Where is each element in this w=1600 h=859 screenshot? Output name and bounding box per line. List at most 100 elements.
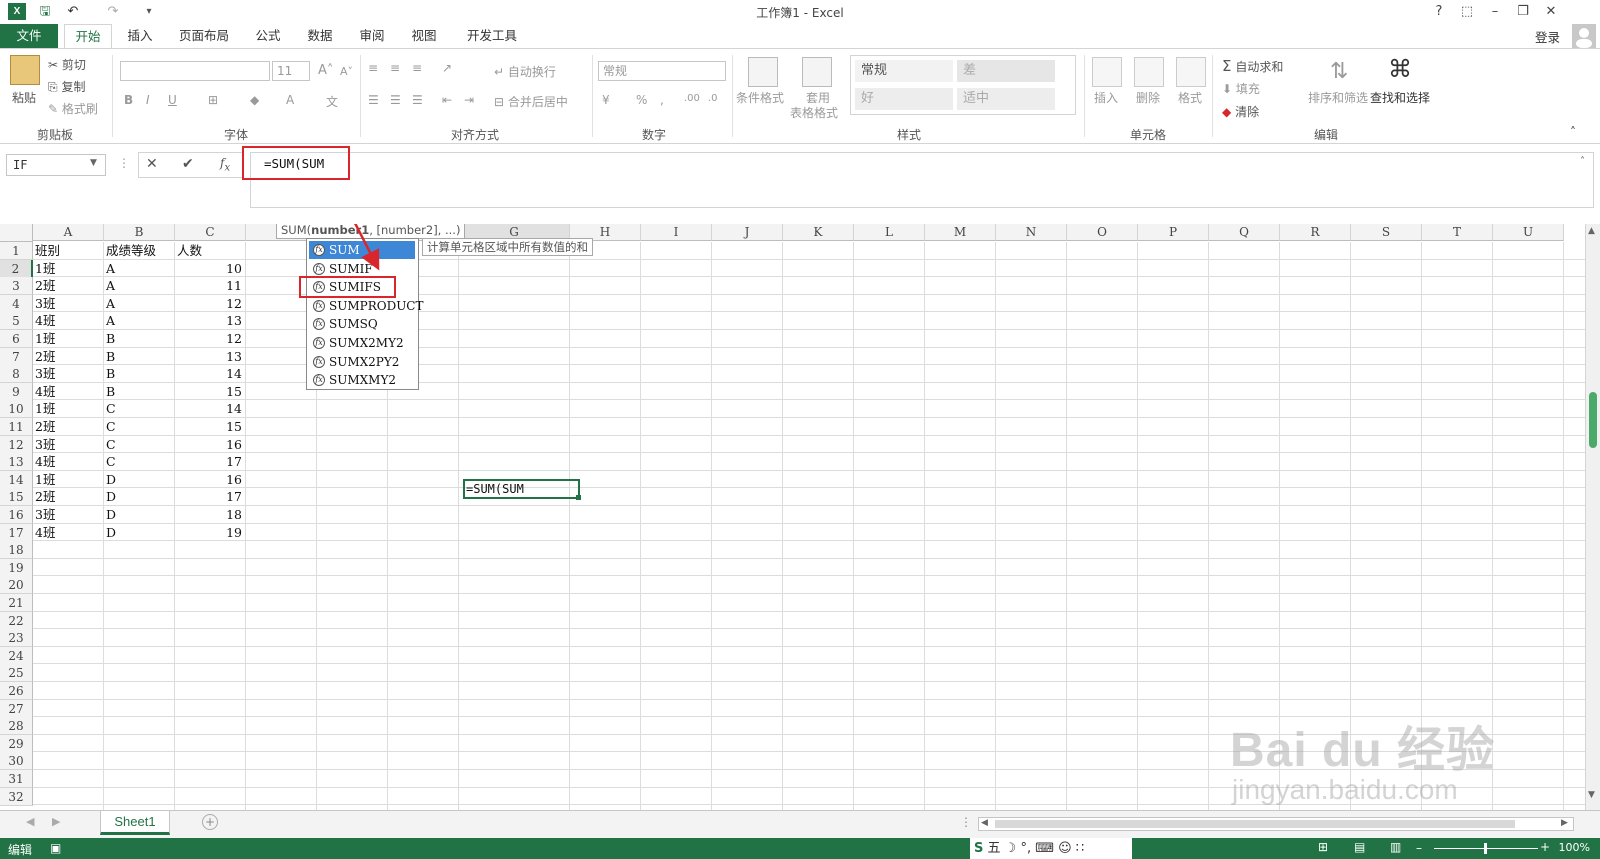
bold-button[interactable]: B bbox=[124, 93, 133, 107]
cell[interactable]: 15 bbox=[177, 383, 246, 401]
cell[interactable]: 14 bbox=[177, 400, 246, 418]
cell[interactable]: D bbox=[106, 471, 175, 489]
column-header[interactable]: S bbox=[1351, 224, 1422, 241]
row-header[interactable]: 5 bbox=[0, 312, 33, 331]
align-middle-icon[interactable]: ≡ bbox=[390, 61, 400, 75]
formula-input[interactable] bbox=[250, 152, 1594, 208]
find-select-button[interactable]: 查找和选择 bbox=[1370, 89, 1430, 106]
close-icon[interactable]: ✕ bbox=[1538, 2, 1564, 22]
collapse-ribbon-icon[interactable]: ˄ bbox=[1570, 125, 1576, 139]
enter-check-icon[interactable]: ✔ bbox=[182, 156, 194, 172]
tab-formulas[interactable]: 公式 bbox=[248, 24, 288, 48]
cell[interactable]: 3班 bbox=[35, 436, 104, 454]
cell[interactable]: 4班 bbox=[35, 312, 104, 330]
tab-home[interactable]: 开始 bbox=[64, 24, 112, 48]
align-top-icon[interactable]: ≡ bbox=[368, 61, 378, 75]
column-header[interactable]: Q bbox=[1209, 224, 1280, 241]
cell[interactable]: 1班 bbox=[35, 471, 104, 489]
vertical-scroll-thumb[interactable] bbox=[1589, 392, 1597, 448]
cell[interactable]: D bbox=[106, 506, 175, 524]
cell[interactable]: 4班 bbox=[35, 383, 104, 401]
cell[interactable]: D bbox=[106, 524, 175, 542]
underline-button[interactable]: U bbox=[168, 93, 177, 107]
font-name-combo[interactable] bbox=[120, 61, 270, 81]
cell[interactable]: C bbox=[106, 453, 175, 471]
scroll-up-icon[interactable]: ▲ bbox=[1588, 226, 1595, 236]
autocomplete-item[interactable]: fx SUMXMY2 bbox=[309, 371, 415, 389]
insert-cells-button[interactable]: 插入 bbox=[1094, 89, 1118, 106]
fill-button[interactable]: ⬇ 填充 bbox=[1222, 80, 1260, 97]
ime-toolbar[interactable]: S 五 ☽ °, ⌨ ☺ ∷ bbox=[970, 838, 1132, 859]
style-normal[interactable]: 常规 bbox=[855, 60, 953, 82]
macro-record-icon[interactable]: ▣ bbox=[50, 841, 61, 855]
row-header[interactable]: 19 bbox=[0, 558, 33, 577]
split-handle-icon[interactable]: ⋮ bbox=[960, 815, 972, 829]
currency-icon[interactable]: ¥ bbox=[602, 93, 610, 107]
ribbon-display-icon[interactable]: ⬚ bbox=[1454, 2, 1480, 22]
row-header[interactable]: 21 bbox=[0, 594, 33, 612]
cell[interactable]: 16 bbox=[177, 436, 246, 454]
delete-cells-button[interactable]: 删除 bbox=[1136, 89, 1160, 106]
vertical-scrollbar[interactable]: ▲ ▼ bbox=[1585, 224, 1600, 810]
binoculars-icon[interactable]: ⌘ bbox=[1388, 55, 1412, 83]
align-bottom-icon[interactable]: ≡ bbox=[412, 61, 422, 75]
indent-increase-icon[interactable]: ⇥ bbox=[464, 93, 474, 107]
cell[interactable]: 13 bbox=[177, 312, 246, 330]
row-header[interactable]: 26 bbox=[0, 682, 33, 700]
cell[interactable]: 14 bbox=[177, 365, 246, 383]
zoom-out-icon[interactable]: – bbox=[1416, 841, 1422, 855]
column-header[interactable]: L bbox=[854, 224, 925, 241]
row-header[interactable]: 16 bbox=[0, 506, 33, 524]
scroll-down-icon[interactable]: ▼ bbox=[1588, 790, 1595, 800]
cell[interactable]: 2班 bbox=[35, 348, 104, 366]
row-header[interactable]: 13 bbox=[0, 453, 33, 472]
paste-button[interactable]: 粘贴 bbox=[12, 89, 36, 106]
cell[interactable]: 3班 bbox=[35, 506, 104, 524]
insert-cells-icon[interactable] bbox=[1092, 57, 1122, 87]
cancel-icon[interactable]: ✕ bbox=[146, 156, 158, 172]
cell[interactable]: 3班 bbox=[35, 365, 104, 383]
clear-button[interactable]: ◆ 清除 bbox=[1222, 103, 1259, 120]
cell[interactable]: 15 bbox=[177, 418, 246, 436]
font-size-combo[interactable]: 11 bbox=[272, 61, 310, 81]
page-layout-view-icon[interactable]: ▤ bbox=[1354, 840, 1365, 854]
row-header[interactable]: 18 bbox=[0, 541, 33, 560]
tab-view[interactable]: 视图 bbox=[404, 24, 444, 48]
border-icon[interactable]: ⊞ bbox=[208, 93, 218, 107]
column-header[interactable]: O bbox=[1067, 224, 1138, 241]
collapse-formula-bar-icon[interactable]: ˄ bbox=[1580, 156, 1585, 167]
row-header[interactable]: 23 bbox=[0, 629, 33, 648]
paste-icon[interactable] bbox=[10, 55, 40, 85]
sheet-tab-sheet1[interactable]: Sheet1 bbox=[100, 811, 170, 835]
new-sheet-icon[interactable]: + bbox=[202, 814, 218, 830]
cell[interactable]: 13 bbox=[177, 348, 246, 366]
cell[interactable]: 1班 bbox=[35, 330, 104, 348]
next-sheet-icon[interactable]: ▶ bbox=[52, 815, 60, 828]
cell[interactable]: B bbox=[106, 365, 175, 383]
minimize-icon[interactable]: – bbox=[1482, 2, 1508, 22]
row-header[interactable]: 24 bbox=[0, 646, 33, 665]
column-header[interactable]: J bbox=[712, 224, 783, 241]
tab-page-layout[interactable]: 页面布局 bbox=[172, 24, 236, 48]
row-header[interactable]: 32 bbox=[0, 787, 33, 806]
scroll-left-icon[interactable]: ◀ bbox=[981, 818, 988, 828]
prev-sheet-icon[interactable]: ◀ bbox=[26, 815, 34, 828]
cell[interactable]: 18 bbox=[177, 506, 246, 524]
fill-color-icon[interactable]: ◆ bbox=[250, 93, 259, 107]
row-header[interactable]: 9 bbox=[0, 382, 33, 401]
autocomplete-item[interactable]: fx SUMSQ bbox=[309, 315, 415, 333]
font-color-icon[interactable]: A bbox=[286, 93, 294, 107]
align-right-icon[interactable]: ☰ bbox=[412, 93, 423, 107]
style-neutral[interactable]: 适中 bbox=[957, 88, 1055, 110]
percent-icon[interactable]: % bbox=[636, 93, 647, 107]
phonetic-icon[interactable]: 文 bbox=[326, 93, 338, 110]
row-header[interactable]: 31 bbox=[0, 770, 33, 788]
cut-button[interactable]: ✂ 剪切 bbox=[48, 56, 86, 73]
column-header[interactable]: T bbox=[1422, 224, 1493, 241]
column-header[interactable]: U bbox=[1493, 224, 1564, 241]
row-header[interactable]: 28 bbox=[0, 717, 33, 736]
row-header[interactable]: 25 bbox=[0, 664, 33, 683]
zoom-level[interactable]: 100% bbox=[1559, 841, 1590, 854]
row-header[interactable]: 11 bbox=[0, 418, 33, 436]
page-break-view-icon[interactable]: ▥ bbox=[1390, 840, 1401, 854]
